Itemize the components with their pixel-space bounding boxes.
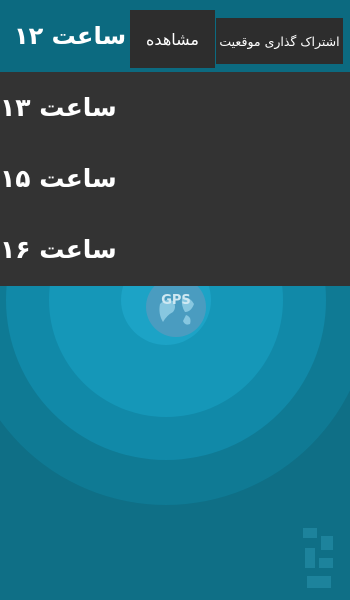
dropdown-item-16[interactable]: ساعت ۱۶ — [0, 214, 350, 285]
gps-label: GPS — [161, 293, 191, 308]
time-dropdown-menu: ساعت ۱۳ ساعت ۱۵ ساعت ۱۶ — [0, 72, 350, 286]
dropdown-item-15[interactable]: ساعت ۱۵ — [0, 143, 350, 214]
globe-gps-icon: GPS — [146, 277, 206, 337]
bazaar-watermark-icon — [303, 528, 333, 588]
dropdown-item-13[interactable]: ساعت ۱۳ — [0, 72, 350, 143]
